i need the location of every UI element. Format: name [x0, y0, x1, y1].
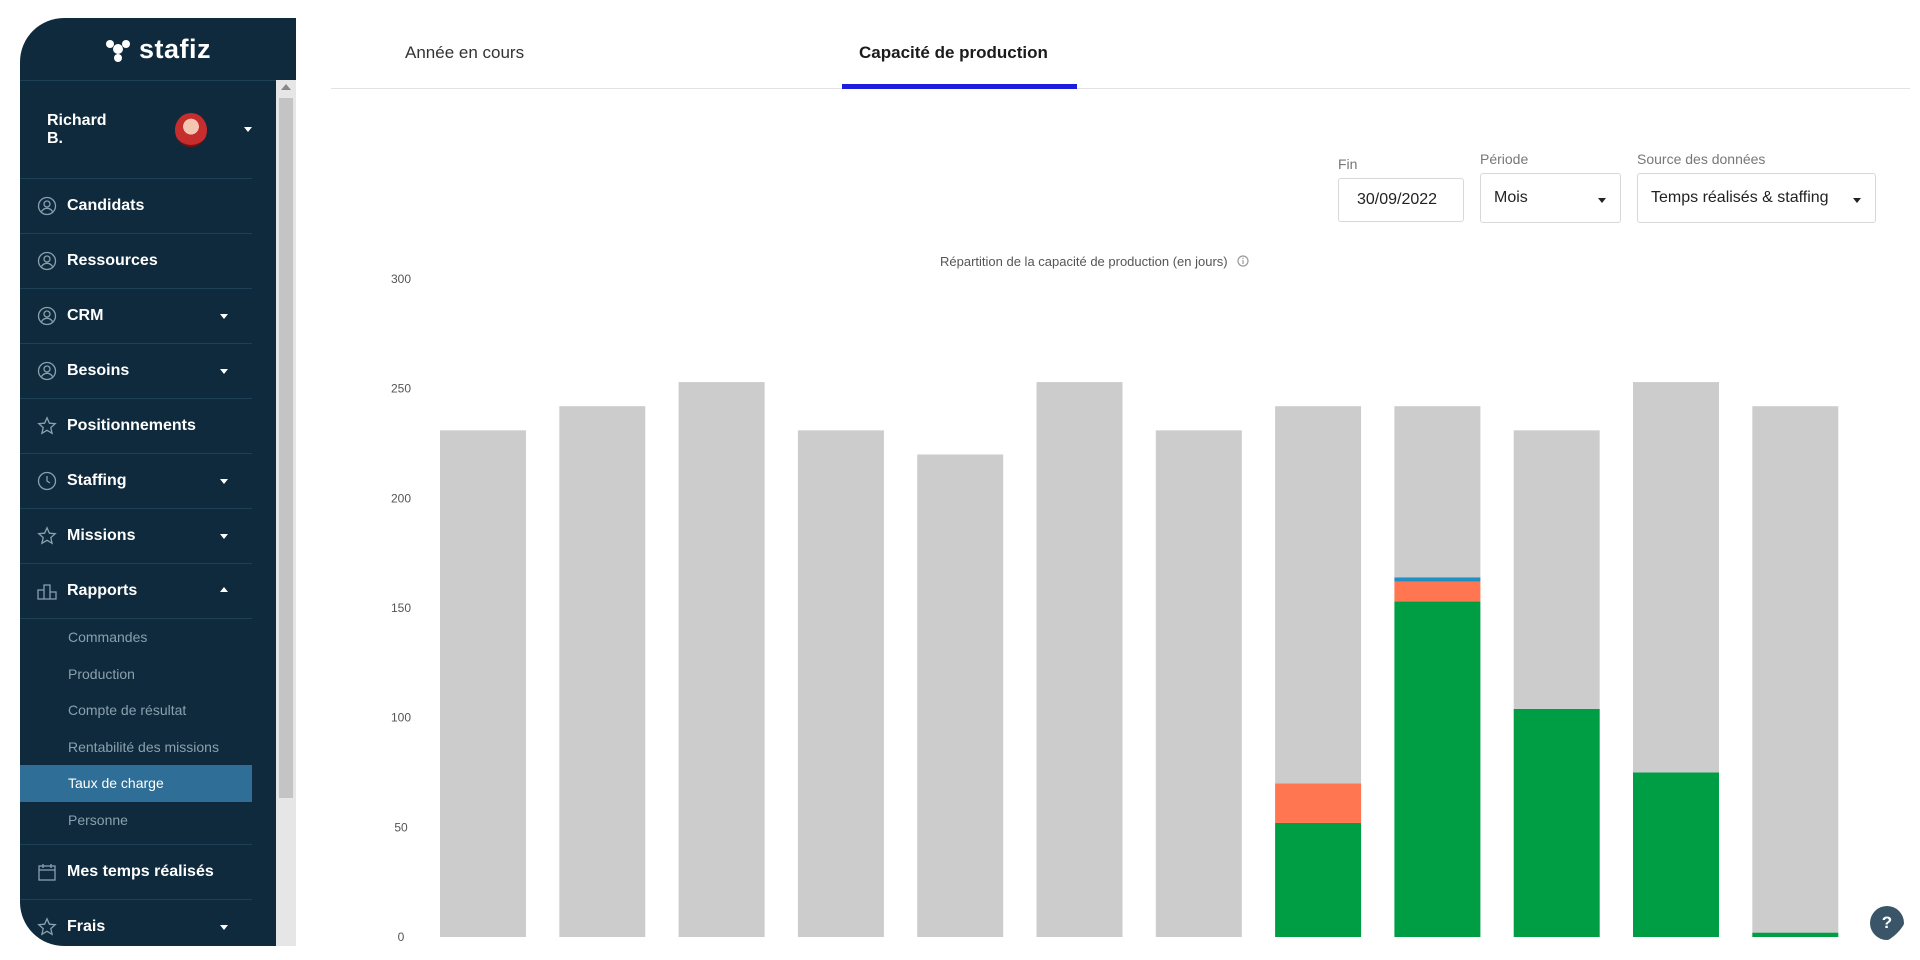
bar-segment[interactable] — [1036, 382, 1123, 937]
help-icon: ? — [1881, 913, 1893, 932]
bar-segment[interactable] — [1633, 772, 1719, 938]
bar-segment[interactable] — [559, 406, 646, 937]
y-tick-label: 0 — [398, 930, 405, 944]
capacity-chart: 0 50 100 150 200 250 300 — [391, 272, 1839, 944]
help-button[interactable]: ? — [1870, 906, 1904, 940]
bar-segment[interactable] — [1394, 406, 1481, 578]
bar-segment[interactable] — [1752, 932, 1839, 937]
y-tick-label: 100 — [391, 711, 411, 725]
bar-segment[interactable] — [1275, 783, 1362, 823]
bar-segment[interactable] — [1394, 601, 1481, 937]
bar-segment[interactable] — [1275, 822, 1362, 937]
bar-segment[interactable] — [1633, 382, 1719, 773]
y-tick-label: 50 — [394, 820, 408, 834]
y-tick-label: 150 — [391, 601, 411, 615]
bar-segment[interactable] — [1155, 430, 1242, 937]
bar-segment[interactable] — [1394, 581, 1481, 602]
bar-segment[interactable] — [797, 430, 884, 937]
bar-segment[interactable] — [1275, 406, 1362, 784]
y-tick-label: 200 — [391, 491, 411, 505]
y-tick-label: 250 — [391, 382, 411, 396]
bar-segment[interactable] — [917, 454, 1004, 937]
app-frame: stafiz Richard B. Candidats Ressources CRM… — [20, 18, 1910, 946]
bar-segment[interactable] — [678, 382, 765, 937]
bar-segment[interactable] — [1394, 577, 1481, 582]
y-tick-label: 300 — [391, 272, 411, 286]
bar-segment[interactable] — [1513, 430, 1600, 709]
bar-segment[interactable] — [1752, 406, 1839, 933]
bar-segment[interactable] — [1513, 708, 1600, 937]
bar-segment[interactable] — [440, 430, 526, 937]
